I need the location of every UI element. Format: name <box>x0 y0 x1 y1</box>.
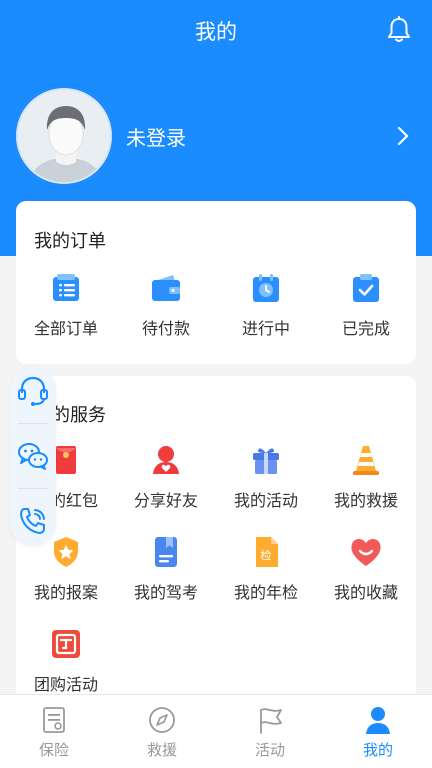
clipboard-check-icon <box>353 274 379 302</box>
order-completed[interactable]: 已完成 <box>316 271 416 341</box>
flag-icon <box>260 708 282 734</box>
person-icon <box>366 707 390 734</box>
service-my-activity-label: 我的活动 <box>233 491 298 510</box>
service-my-activity[interactable]: 我的活动 <box>216 443 316 535</box>
divider <box>18 488 48 490</box>
tab-insurance-label: 保险 <box>38 741 69 759</box>
clock-icon <box>253 274 279 302</box>
service-my-report-label: 我的报案 <box>33 583 98 602</box>
default-avatar-icon <box>18 90 110 182</box>
service-share-friend[interactable]: 分享好友 <box>116 443 216 535</box>
order-in-progress-label: 进行中 <box>241 319 290 338</box>
phone-icon[interactable] <box>16 504 50 538</box>
service-share-friend-label: 分享好友 <box>133 491 198 510</box>
service-annual-inspection[interactable]: 检 我的年检 <box>216 535 316 627</box>
service-group-buy-label: 团购活动 <box>33 675 98 694</box>
traffic-cone-icon <box>353 446 379 475</box>
share-friend-icon <box>153 446 179 474</box>
svg-text:检: 检 <box>261 548 272 562</box>
tab-rescue[interactable]: 救援 <box>108 695 216 768</box>
bell-icon[interactable] <box>386 16 412 44</box>
divider <box>18 422 48 424</box>
heart-smile-icon <box>351 538 381 566</box>
group-buy-icon <box>52 630 80 658</box>
bottom-tab-bar: 保险 救援 活动 我的 <box>0 694 432 768</box>
insurance-doc-icon <box>43 707 65 733</box>
floating-contact-bar <box>10 366 56 546</box>
avatar[interactable] <box>16 88 112 184</box>
tab-mine-label: 我的 <box>362 741 393 759</box>
order-pending-payment[interactable]: 待付款 <box>116 271 216 341</box>
order-all[interactable]: 全部订单 <box>16 271 116 341</box>
list-icon <box>53 274 79 301</box>
service-favorites[interactable]: 我的收藏 <box>316 535 416 627</box>
wallet-icon <box>152 275 180 301</box>
book-icon <box>155 537 177 567</box>
wechat-icon[interactable] <box>16 439 50 473</box>
service-annual-inspection-label: 我的年检 <box>233 583 298 602</box>
tab-rescue-label: 救援 <box>146 741 177 759</box>
order-completed-label: 已完成 <box>341 319 390 338</box>
service-my-report[interactable]: 我的报案 <box>16 535 116 627</box>
chevron-right-icon[interactable] <box>394 125 412 147</box>
compass-icon <box>149 707 175 733</box>
orders-title: 我的订单 <box>34 231 106 252</box>
service-driving-test[interactable]: 我的驾考 <box>116 535 216 627</box>
tab-mine[interactable]: 我的 <box>324 695 432 768</box>
profile-row[interactable]: 未登录 <box>16 88 416 184</box>
shield-star-icon <box>54 537 78 567</box>
inspection-doc-icon: 检 <box>256 537 278 567</box>
login-status[interactable]: 未登录 <box>126 122 394 151</box>
order-in-progress[interactable]: 进行中 <box>216 271 316 341</box>
top-bar: 我的 <box>0 0 432 62</box>
page-title: 我的 <box>195 20 237 44</box>
tab-activity-label: 活动 <box>254 741 285 759</box>
service-my-rescue-label: 我的救援 <box>333 491 398 510</box>
headset-icon[interactable] <box>16 374 50 408</box>
order-pending-payment-label: 待付款 <box>141 319 190 338</box>
service-driving-test-label: 我的驾考 <box>133 583 198 602</box>
service-favorites-label: 我的收藏 <box>333 583 398 602</box>
gift-icon <box>253 448 279 474</box>
service-my-rescue[interactable]: 我的救援 <box>316 443 416 535</box>
orders-card: 我的订单 全部订单 待付款 进行中 已完成 <box>16 201 416 364</box>
services-card: 我的服务 我的红包 分享好友 我的活动 我的救援 我的报案 我的驾考 检 我的年… <box>16 376 416 706</box>
order-all-label: 全部订单 <box>33 319 98 338</box>
tab-insurance[interactable]: 保险 <box>0 695 108 768</box>
services-grid: 我的红包 分享好友 我的活动 我的救援 我的报案 我的驾考 检 我的年检 我的收… <box>16 443 416 719</box>
tab-activity[interactable]: 活动 <box>216 695 324 768</box>
orders-grid: 全部订单 待付款 进行中 已完成 <box>16 271 416 341</box>
